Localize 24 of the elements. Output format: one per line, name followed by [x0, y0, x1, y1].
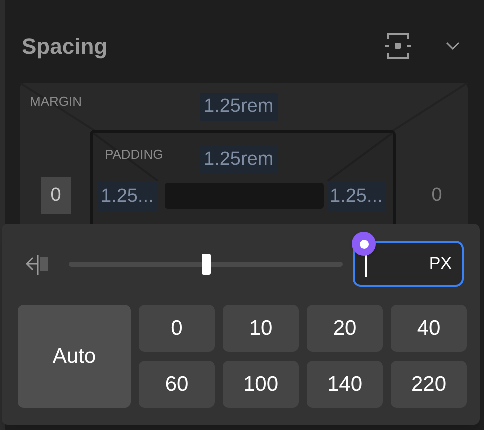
preset-button[interactable]: 40: [391, 305, 467, 352]
preset-button[interactable]: 60: [139, 361, 215, 408]
auto-button[interactable]: Auto: [18, 305, 131, 408]
preset-button[interactable]: 20: [307, 305, 383, 352]
preset-button[interactable]: 10: [223, 305, 299, 352]
slider-thumb[interactable]: [202, 254, 211, 274]
margin-top-value[interactable]: 1.25rem: [200, 93, 278, 121]
value-input[interactable]: PX: [353, 241, 464, 287]
arrow-left-bar-icon[interactable]: [23, 253, 49, 275]
spacing-icon[interactable]: [384, 33, 412, 59]
slider[interactable]: [69, 254, 343, 274]
preset-button[interactable]: 0: [139, 305, 215, 352]
padding-left-value[interactable]: 1.25...: [98, 182, 157, 211]
padding-top-value[interactable]: 1.25rem: [200, 146, 278, 174]
section-title: Spacing: [22, 32, 108, 61]
chevron-down-icon[interactable]: [446, 42, 460, 50]
preset-button[interactable]: 140: [307, 361, 383, 408]
preset-button[interactable]: 220: [391, 361, 467, 408]
padding-right-value[interactable]: 1.25...: [327, 182, 386, 211]
unit-label: PX: [429, 253, 452, 276]
preset-button[interactable]: 100: [223, 361, 299, 408]
margin-left-value[interactable]: 0: [41, 177, 71, 214]
padding-label: PADDING: [105, 146, 164, 164]
margin-label: MARGIN: [30, 93, 82, 111]
